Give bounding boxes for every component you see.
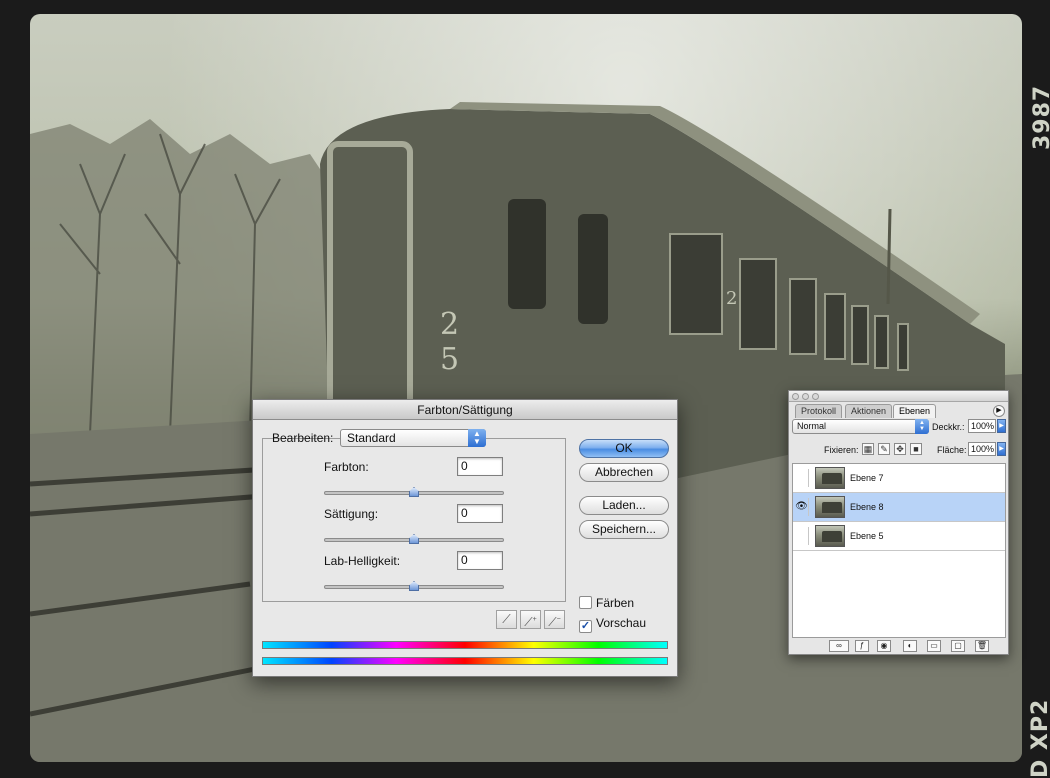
lightness-label: Lab-Helligkeit:: [324, 554, 401, 568]
check-icon: ✓: [580, 620, 591, 632]
fill-input[interactable]: 100%: [968, 442, 996, 456]
preview-option[interactable]: ✓ Vorschau: [579, 616, 646, 633]
film-edge-number: 3987: [1030, 84, 1050, 150]
layer-list: Ebene 7 👁 Ebene 8 Ebene 5: [792, 463, 1006, 638]
layer-row[interactable]: 👁 Ebene 8: [793, 493, 1005, 522]
door-window-left: [508, 199, 546, 309]
opacity-label: Deckkr.:: [932, 422, 965, 432]
hue-input[interactable]: 0: [457, 457, 503, 476]
folder-icon[interactable]: ▭: [927, 640, 941, 652]
updown-arrows-icon: ▲ ▼: [915, 419, 929, 434]
minimize-icon[interactable]: [802, 393, 809, 400]
saturation-slider-track[interactable]: [324, 534, 504, 544]
trash-icon[interactable]: 🗑: [975, 640, 989, 652]
colorize-option[interactable]: Färben: [579, 596, 634, 610]
eyedropper-minus-icon[interactable]: ⟋−: [544, 610, 565, 629]
eye-icon[interactable]: [795, 527, 809, 545]
layer-thumbnail: [815, 467, 845, 489]
source-color-spectrum: [262, 641, 668, 649]
edit-channel-select[interactable]: Standard ▲ ▼: [340, 429, 486, 447]
palette-footer: ∞ ƒ ◉ ◐ ▭ ▢ 🗑: [789, 638, 1010, 654]
eye-icon[interactable]: [795, 469, 809, 487]
lock-position-icon[interactable]: ✥: [894, 443, 906, 455]
hue-slider-track[interactable]: [324, 487, 504, 497]
zoom-icon[interactable]: [812, 393, 819, 400]
saturation-input[interactable]: 0: [457, 504, 503, 523]
car-number-top: 2: [440, 307, 459, 342]
layer-row[interactable]: Ebene 5: [793, 522, 1005, 551]
layer-name: Ebene 7: [850, 473, 884, 483]
lightness-slider-track[interactable]: [324, 581, 504, 591]
palette-menu-button[interactable]: ▶: [993, 405, 1005, 417]
layer-style-icon[interactable]: ƒ: [855, 640, 869, 652]
blend-mode-value: Normal: [797, 421, 827, 431]
tab-actions[interactable]: Aktionen: [845, 404, 893, 418]
blend-mode-select[interactable]: Normal ▲ ▼: [792, 419, 929, 434]
lock-all-icon[interactable]: ■: [910, 443, 922, 455]
result-color-spectrum: [262, 657, 668, 665]
preview-checkbox[interactable]: ✓: [579, 620, 592, 633]
new-layer-icon[interactable]: ▢: [951, 640, 965, 652]
lightness-input[interactable]: 0: [457, 551, 503, 570]
eyedropper-plus-icon[interactable]: ⟋+: [520, 610, 541, 629]
signal-pole: [886, 208, 892, 305]
lock-label: Fixieren:: [824, 445, 859, 455]
layer-thumbnail: [815, 525, 845, 547]
preview-label: Vorschau: [596, 616, 647, 630]
hue-saturation-dialog: Farbton/Sättigung Bearbeiten: Standard ▲…: [252, 399, 678, 677]
film-edge-brand: D XP2 SUPER: [1028, 698, 1050, 778]
edit-channel-value: Standard: [347, 431, 396, 445]
ok-button[interactable]: OK: [579, 439, 669, 458]
updown-arrows-icon: ▲ ▼: [468, 429, 486, 447]
saturation-label: Sättigung:: [324, 507, 379, 521]
tab-history[interactable]: Protokoll: [795, 404, 843, 418]
link-icon[interactable]: ∞: [829, 640, 849, 652]
cancel-button[interactable]: Abbrechen: [579, 463, 669, 482]
mask-icon[interactable]: ◉: [877, 640, 891, 652]
fill-arrow-icon[interactable]: ▶: [997, 442, 1006, 456]
tree-line: [30, 119, 330, 444]
opacity-arrow-icon[interactable]: ▶: [997, 419, 1006, 433]
dialog-title[interactable]: Farbton/Sättigung: [253, 400, 677, 420]
lock-image-icon[interactable]: ✎: [878, 443, 890, 455]
car-number-bottom: 5: [440, 342, 459, 377]
car-number-side: 2: [726, 288, 737, 309]
eye-icon[interactable]: 👁: [795, 498, 809, 516]
edit-label: Bearbeiten:: [272, 431, 334, 445]
close-icon[interactable]: [792, 393, 799, 400]
eyedropper-icon[interactable]: ⟋: [496, 610, 517, 629]
layers-palette: Protokoll Aktionen Ebenen ▶ Normal ▲ ▼ De…: [788, 390, 1009, 655]
layer-name: Ebene 5: [850, 531, 884, 541]
colorize-checkbox[interactable]: [579, 596, 592, 609]
tab-layers[interactable]: Ebenen: [893, 404, 937, 418]
hue-label: Farbton:: [324, 460, 369, 474]
opacity-input[interactable]: 100%: [968, 419, 996, 433]
door-window-right: [578, 214, 608, 324]
adjustment-icon[interactable]: ◐: [903, 640, 917, 652]
colorize-label: Färben: [596, 596, 635, 610]
save-button[interactable]: Speichern...: [579, 520, 669, 539]
adjustment-group: [262, 438, 566, 602]
layer-row[interactable]: Ebene 7: [793, 464, 1005, 493]
layer-name: Ebene 8: [850, 502, 884, 512]
palette-titlebar[interactable]: [789, 391, 1008, 402]
fill-label: Fläche:: [937, 445, 967, 455]
load-button[interactable]: Laden...: [579, 496, 669, 515]
layer-thumbnail: [815, 496, 845, 518]
lock-transparent-icon[interactable]: ▦: [862, 443, 874, 455]
